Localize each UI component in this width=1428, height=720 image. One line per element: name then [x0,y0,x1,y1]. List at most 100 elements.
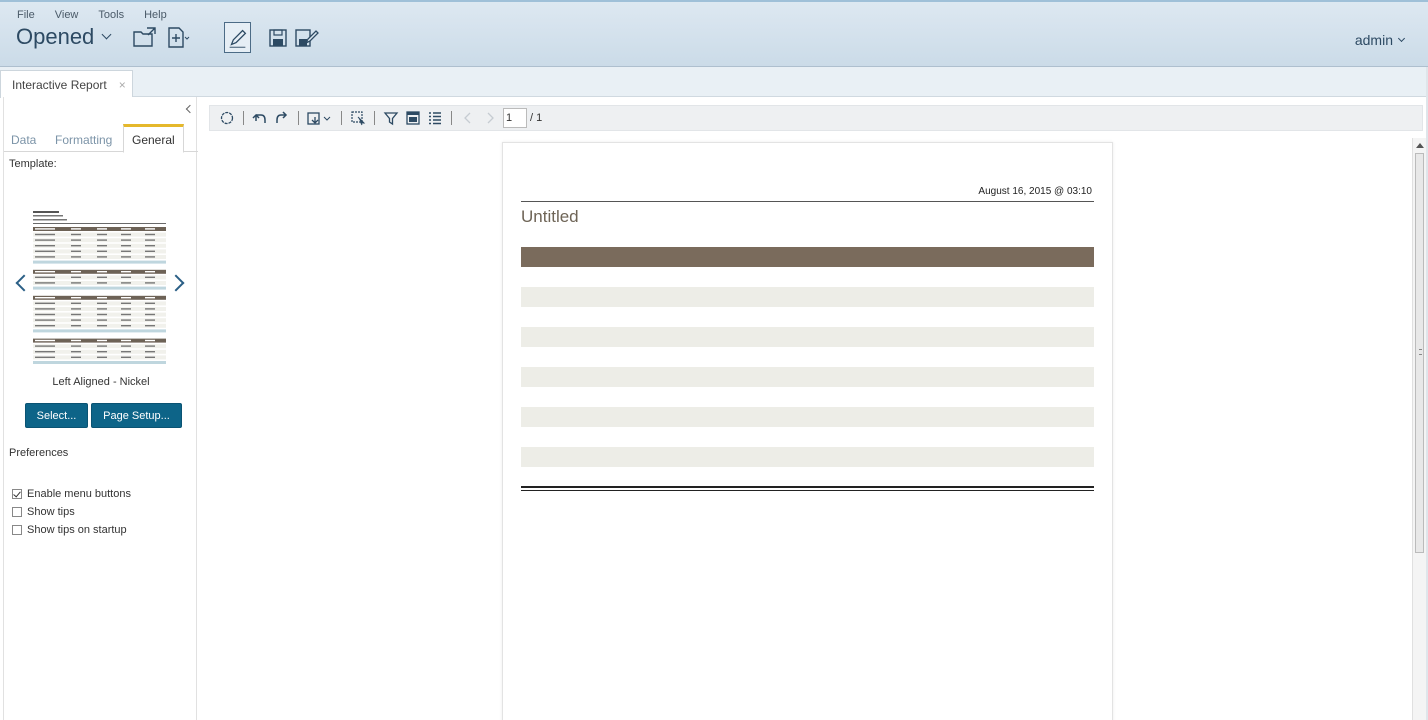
thumbnail-cell [121,325,131,327]
thumbnail-cell [71,356,81,358]
thumbnail-cell [121,239,131,241]
thumbnail-cell [121,345,131,347]
thumbnail-row [33,361,166,364]
tab-label: Interactive Report [12,77,107,92]
next-page-icon[interactable] [481,109,499,127]
select-template-button[interactable]: Select... [25,403,88,428]
thumbnail-row [33,265,166,269]
table-row [521,327,1094,347]
export-dropdown-icon[interactable] [306,109,334,127]
thumbnail-cell [145,256,155,258]
show-tips-on-startup-option[interactable]: Show tips on startup [12,524,127,536]
scroll-up-icon[interactable] [1416,143,1424,148]
pencil-icon [229,29,247,48]
show-tips-option[interactable]: Show tips [12,506,75,518]
thumbnail-cell [71,239,81,241]
option-label: Show tips on startup [27,524,127,536]
tab-data[interactable]: Data [11,124,36,152]
previous-page-icon[interactable] [459,109,477,127]
tab-general[interactable]: General [123,124,184,153]
separator [374,111,375,125]
thumbnail-cell [71,325,81,327]
grip-icon [1419,349,1422,355]
thumbnail-cell [71,302,81,304]
separator [341,111,342,125]
option-label: Show tips [27,506,75,518]
thumbnail-cell [145,271,155,273]
list-icon[interactable] [426,109,444,127]
save-as-icon[interactable] [294,26,320,50]
table-layout-icon[interactable] [404,109,422,127]
menu-help[interactable]: Help [144,9,167,21]
edit-mode-button[interactable] [224,22,251,53]
thumbnail-cell [35,351,55,353]
open-folder-icon[interactable] [132,26,158,50]
thumbnail-row [33,334,166,337]
user-menu[interactable]: admin [1354,32,1406,48]
thumbnail-cell [121,282,131,284]
save-icon[interactable] [266,26,292,50]
thumbnail-cell [145,313,155,316]
tab-interactive-report[interactable]: Interactive Report × [0,70,133,98]
preferences-label: Preferences [9,447,69,459]
tab-formatting[interactable]: Formatting [55,124,112,152]
page-number-input[interactable] [503,108,527,128]
enable-menu-buttons-checkbox[interactable] [12,489,22,499]
thumbnail-cell [35,356,55,358]
properties-panel: Data Formatting General Template: Left A… [3,97,198,720]
thumbnail-cell [71,245,81,247]
column-header-row[interactable] [521,247,1094,267]
thumbnail-cell [97,228,107,230]
thumbnail-cell [145,239,155,241]
thumbnail-cell [71,271,81,273]
thumbnail-cell [97,245,107,247]
option-label: Enable menu buttons [27,488,131,500]
thumbnail-cell [145,276,155,278]
thumbnail-row [33,260,166,264]
thumbnail-cell [71,250,81,252]
new-document-icon[interactable] [166,26,192,50]
footer-divider [521,490,1094,491]
close-icon[interactable]: × [119,78,126,92]
thumbnail-cell [71,282,81,284]
next-template-icon[interactable] [167,274,185,292]
show-tips-checkbox[interactable] [12,507,22,517]
filter-icon[interactable] [382,109,400,127]
template-name: Left Aligned - Nickel [52,376,150,388]
menu-file[interactable]: File [17,9,35,21]
thumbnail-cell [97,351,107,353]
table-row [521,287,1094,307]
thumbnail-cell [97,308,107,310]
thumbnail-row [33,329,166,333]
redo-icon[interactable] [273,109,291,127]
perspective-label: Opened [16,24,95,49]
select-mode-icon[interactable] [218,109,236,127]
menu-tools[interactable]: Tools [98,9,124,21]
thumbnail-cell [35,297,55,299]
thumbnail-cell [121,351,131,353]
user-name: admin [1354,32,1393,48]
thumbnail-cell [121,233,131,236]
page-setup-button[interactable]: Page Setup... [91,403,182,428]
menu-view[interactable]: View [55,9,79,21]
show-tips-on-startup-checkbox[interactable] [12,525,22,535]
report-title[interactable]: Untitled [521,207,579,227]
perspective-switcher[interactable]: Opened [16,24,112,50]
thumbnail-cell [35,302,55,304]
thumbnail-cell [71,308,81,310]
collapse-panel-icon[interactable] [185,104,195,114]
previous-template-icon[interactable] [15,274,33,292]
report-date: August 16, 2015 @ 03:10 [978,186,1092,197]
thumbnail-cell [121,245,131,247]
thumbnail-cell [97,282,107,284]
scrollbar-thumb[interactable] [1415,153,1424,553]
undo-icon[interactable] [251,109,269,127]
thumbnail-cell [35,245,55,247]
vertical-scrollbar[interactable] [1412,138,1426,720]
thumbnail-cell [71,228,81,230]
thumbnail-cell [121,308,131,310]
table-row [521,447,1094,467]
select-area-icon[interactable] [349,109,367,127]
enable-menu-buttons-option[interactable]: Enable menu buttons [12,488,131,500]
document-tab-strip: Interactive Report × [0,67,1428,98]
